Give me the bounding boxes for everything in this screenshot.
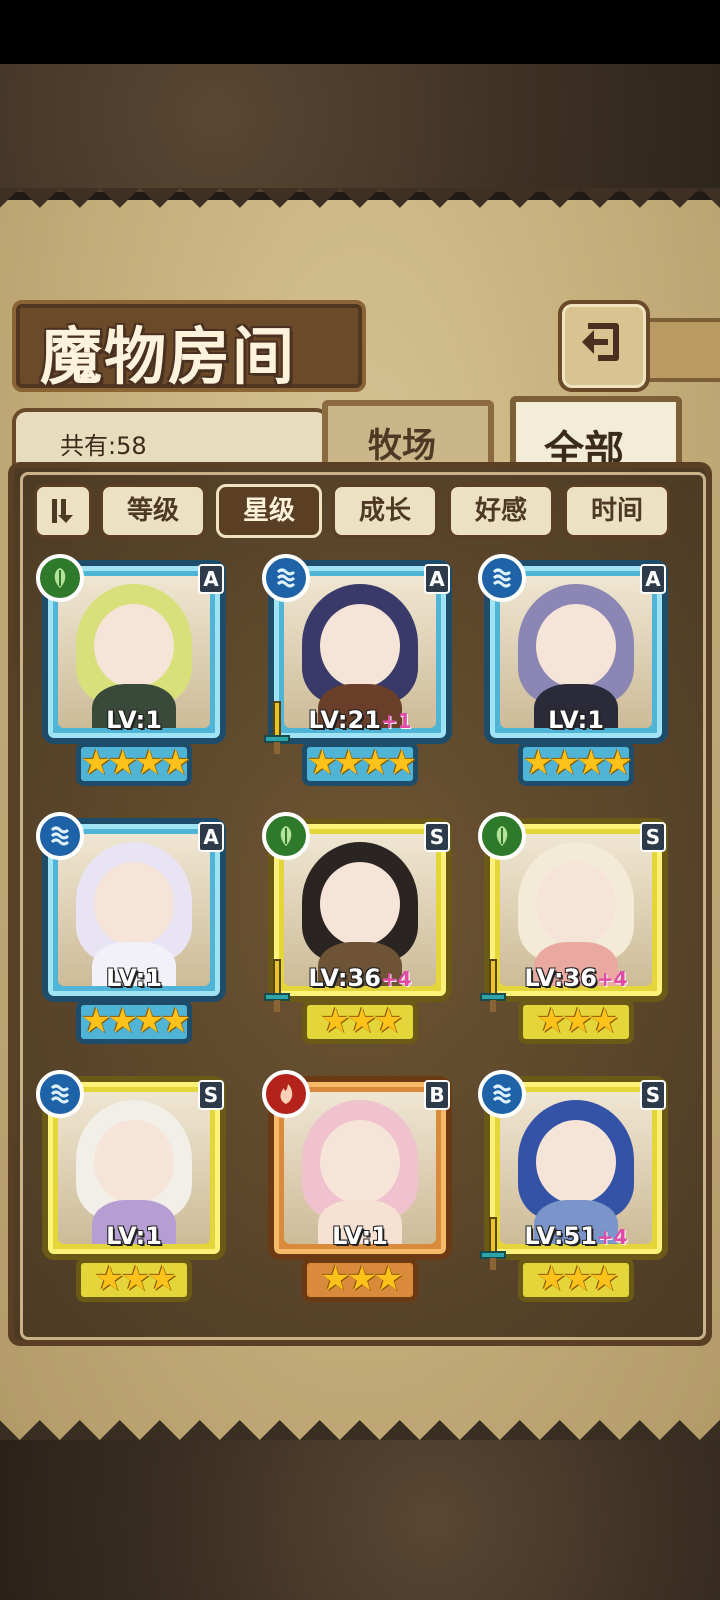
element-water-icon [478,554,526,602]
tab-pasture-label[interactable]: 牧场 [368,418,436,467]
level-value: LV:51 [524,1222,597,1250]
level-label: LV:36+4 [478,964,674,992]
sort-button-level[interactable]: 等级 [100,484,206,538]
torn-edge-bottom [0,1400,720,1440]
rank-tag: A [424,564,450,594]
monster-card[interactable]: S LV:36+4 ★★★ [262,812,458,1046]
monster-count: 共有:58 [60,432,147,460]
level-value: LV:21 [308,706,381,734]
portrait-face [320,604,400,688]
rank-tag: A [640,564,666,594]
sort-button-affection[interactable]: 好感 [448,484,554,538]
monster-card[interactable]: A LV:1 ★★★★ [478,554,674,788]
map-background-top [0,64,720,192]
level-value: LV:1 [106,706,162,734]
return-arrow-icon [582,323,619,361]
element-nature-icon [262,812,310,860]
element-water-icon [262,554,310,602]
monster-card[interactable]: S LV:51+4 ★★★ [478,1070,674,1304]
monster-card[interactable]: A LV:21+1 ★★★★ [262,554,458,788]
star-rating: ★★★ [536,1259,619,1299]
rank-tag: S [198,1080,224,1110]
star-rating: ★★★★ [81,743,191,783]
rank-tag: A [198,564,224,594]
star-rating: ★★★ [320,1001,403,1041]
element-water-icon [478,1070,526,1118]
level-value: LV:1 [332,1222,388,1250]
star-rating: ★★★★ [523,743,633,783]
monster-card[interactable]: A LV:1 ★★★★ [36,554,232,788]
level-bonus: +4 [380,967,412,991]
portrait-face [94,1120,174,1204]
sort-order-toggle[interactable] [34,484,92,538]
rank-tag: S [640,822,666,852]
level-bonus: +4 [596,967,628,991]
rank-tag: A [198,822,224,852]
level-bonus: +4 [596,1225,628,1249]
monster-card[interactable]: S LV:36+4 ★★★ [478,812,674,1046]
portrait-face [536,604,616,688]
level-label: LV:21+1 [262,706,458,734]
rank-tag: B [424,1080,450,1110]
level-value: LV:36 [308,964,381,992]
portrait-face [536,862,616,946]
portrait-face [320,862,400,946]
element-nature-icon [478,812,526,860]
level-label: LV:1 [36,1222,232,1250]
element-water-icon [36,1070,84,1118]
element-water-icon [36,812,84,860]
level-value: LV:36 [524,964,597,992]
status-bar [0,0,720,64]
level-value: LV:1 [106,1222,162,1250]
level-value: LV:1 [548,706,604,734]
monster-card[interactable]: A LV:1 ★★★★ [36,812,232,1046]
star-rating: ★★★ [536,1001,619,1041]
sort-button-stars[interactable]: 星级 [216,484,322,538]
level-label: LV:51+4 [478,1222,674,1250]
page-title: 魔物房间 [40,320,297,393]
element-fire-icon [262,1070,310,1118]
back-button[interactable] [558,300,650,392]
portrait-face [320,1120,400,1204]
element-nature-icon [36,554,84,602]
sort-button-time[interactable]: 时间 [564,484,670,538]
torn-edge-top [0,188,720,228]
monster-card[interactable]: B LV:1 ★★★ [262,1070,458,1304]
sort-button-growth[interactable]: 成长 [332,484,438,538]
rank-tag: S [424,822,450,852]
portrait-face [536,1120,616,1204]
sort-order-icon [52,499,73,523]
level-label: LV:1 [36,964,232,992]
portrait-face [94,604,174,688]
portrait-face [94,862,174,946]
star-rating: ★★★ [94,1259,177,1299]
star-rating: ★★★★ [307,743,417,783]
map-background-bottom [0,1440,720,1600]
level-label: LV:1 [478,706,674,734]
level-value: LV:1 [106,964,162,992]
star-rating: ★★★★ [81,1001,191,1041]
level-label: LV:1 [36,706,232,734]
monster-card[interactable]: S LV:1 ★★★ [36,1070,232,1304]
level-label: LV:36+4 [262,964,458,992]
star-rating: ★★★ [320,1259,403,1299]
level-bonus: +1 [380,709,412,733]
level-label: LV:1 [262,1222,458,1250]
rank-tag: S [640,1080,666,1110]
